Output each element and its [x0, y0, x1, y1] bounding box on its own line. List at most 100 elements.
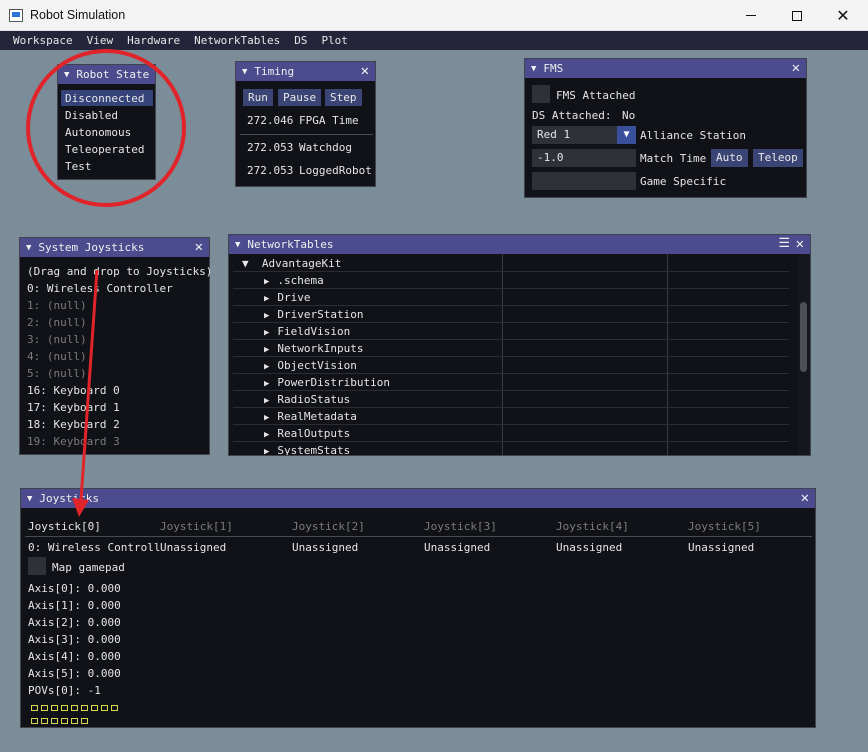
close-icon[interactable]: ✕ [792, 60, 800, 76]
system-joysticks-titlebar[interactable]: ▼ System Joysticks ✕ [20, 238, 209, 257]
menu-hardware[interactable]: Hardware [120, 34, 187, 47]
joystick-button-indicator [31, 705, 38, 711]
column-divider [667, 254, 668, 455]
system-joystick-item[interactable]: 3: (null) [27, 333, 87, 346]
joysticks-titlebar[interactable]: ▼ Joysticks ✕ [21, 489, 815, 508]
menu-workspace[interactable]: Workspace [6, 34, 80, 47]
tab-joystick-5[interactable]: Joystick[5] [688, 520, 761, 533]
fms-window: ▼ FMS ✕ FMS Attached DS Attached: No Red… [524, 58, 807, 198]
system-joystick-item[interactable]: 19: Keyboard 3 [27, 435, 120, 448]
watchdog-value: 272.053 [247, 141, 294, 154]
auto-button[interactable]: Auto [711, 149, 748, 167]
tree-item-label: RealMetadata [277, 410, 357, 423]
system-joystick-item[interactable]: 2: (null) [27, 316, 87, 329]
run-button[interactable]: Run [243, 89, 273, 106]
tab-joystick-0[interactable]: Joystick[0] [28, 520, 101, 533]
tree-item[interactable]: ▶ DriverStation [264, 308, 364, 321]
collapse-triangle-icon[interactable]: ▼ [242, 67, 247, 77]
joystick-assignment-3[interactable]: Unassigned [424, 541, 490, 554]
match-time-input[interactable]: -1.0 [532, 149, 636, 167]
tree-item[interactable]: ▶ RealMetadata [264, 410, 357, 423]
tab-joystick-3[interactable]: Joystick[3] [424, 520, 497, 533]
pause-button[interactable]: Pause [278, 89, 322, 106]
collapsed-triangle-icon: ▶ [264, 277, 270, 287]
system-joystick-item[interactable]: 4: (null) [27, 350, 87, 363]
robot-state-test[interactable]: Test [65, 160, 92, 173]
scrollbar-track[interactable] [798, 254, 810, 455]
robot-state-teleoperated[interactable]: Teleoperated [65, 143, 144, 156]
tree-item[interactable]: ▶ ObjectVision [264, 359, 357, 372]
collapse-triangle-icon[interactable]: ▼ [235, 240, 240, 250]
fms-titlebar[interactable]: ▼ FMS ✕ [525, 59, 806, 78]
system-joystick-item[interactable]: 17: Keyboard 1 [27, 401, 120, 414]
collapse-triangle-icon[interactable]: ▼ [64, 70, 69, 80]
joystick-button-indicator [61, 705, 68, 711]
tree-item-label: PowerDistribution [277, 376, 391, 389]
robot-state-autonomous[interactable]: Autonomous [65, 126, 131, 139]
close-button[interactable]: ✕ [820, 0, 866, 31]
system-joystick-item[interactable]: 1: (null) [27, 299, 87, 312]
chevron-down-icon[interactable]: ▼ [617, 126, 636, 144]
collapse-triangle-icon[interactable]: ▼ [27, 494, 32, 504]
game-specific-input[interactable] [532, 172, 636, 190]
tree-item-label: .schema [277, 274, 324, 287]
alliance-station-combo[interactable]: Red 1 [532, 126, 617, 144]
tree-item-label: RealOutputs [277, 427, 351, 440]
system-joystick-item[interactable]: 16: Keyboard 0 [27, 384, 120, 397]
close-icon[interactable]: ✕ [361, 63, 369, 79]
close-icon[interactable]: ✕ [796, 236, 804, 252]
robot-state-disabled[interactable]: Disabled [65, 109, 118, 122]
joystick-button-indicator [41, 718, 48, 724]
robot-state-disconnected[interactable]: Disconnected [65, 92, 144, 105]
tree-item[interactable]: ▶ .schema [264, 274, 324, 287]
tree-item[interactable]: ▶ RealOutputs [264, 427, 350, 440]
tree-item[interactable]: ▶ PowerDistribution [264, 376, 390, 389]
tree-item[interactable]: ▶ RadioStatus [264, 393, 350, 406]
menu-plot[interactable]: Plot [314, 34, 355, 47]
collapse-triangle-icon[interactable]: ▼ [26, 243, 31, 253]
tab-joystick-4[interactable]: Joystick[4] [556, 520, 629, 533]
timing-titlebar[interactable]: ▼ Timing ✕ [236, 62, 375, 81]
system-joystick-item[interactable]: 5: (null) [27, 367, 87, 380]
minimize-button[interactable] [728, 0, 774, 31]
row-divider [233, 271, 789, 272]
tab-joystick-2[interactable]: Joystick[2] [292, 520, 365, 533]
joystick-assignment-0[interactable]: 0: Wireless Controll [28, 541, 160, 554]
tree-item[interactable]: ▶ NetworkInputs [264, 342, 364, 355]
joystick-assignment-1[interactable]: Unassigned [160, 541, 226, 554]
joystick-assignment-2[interactable]: Unassigned [292, 541, 358, 554]
tab-joystick-1[interactable]: Joystick[1] [160, 520, 233, 533]
fpga-time-label: FPGA Time [299, 114, 359, 127]
fms-attached-checkbox[interactable] [532, 85, 550, 103]
robot-state-titlebar[interactable]: ▼ Robot State [58, 65, 155, 84]
maximize-button[interactable] [774, 0, 820, 31]
row-divider [233, 373, 789, 374]
step-button[interactable]: Step [325, 89, 362, 106]
map-gamepad-checkbox[interactable] [28, 557, 46, 575]
scrollbar-thumb[interactable] [800, 302, 807, 372]
networktables-titlebar[interactable]: ▼ NetworkTables ☰ ✕ [229, 235, 810, 254]
row-divider [233, 288, 789, 289]
tree-item[interactable]: ▶ Drive [264, 291, 311, 304]
tree-item[interactable]: ▶ FieldVision [264, 325, 350, 338]
teleop-button[interactable]: Teleop [753, 149, 803, 167]
collapse-triangle-icon[interactable]: ▼ [531, 64, 536, 74]
tree-root[interactable]: ▼ AdvantageKit [242, 257, 341, 270]
networktables-window: ▼ NetworkTables ☰ ✕ ▼ AdvantageKit ▶ .sch… [228, 234, 811, 456]
close-icon[interactable]: ✕ [801, 490, 809, 506]
menu-view[interactable]: View [80, 34, 121, 47]
system-joystick-item[interactable]: 18: Keyboard 2 [27, 418, 120, 431]
tabs-separator [25, 536, 812, 537]
joystick-assignment-4[interactable]: Unassigned [556, 541, 622, 554]
tree-item[interactable]: ▶ SystemStats [264, 444, 350, 455]
menu-icon[interactable]: ☰ [778, 236, 790, 251]
menu-ds[interactable]: DS [287, 34, 314, 47]
collapsed-triangle-icon: ▶ [264, 311, 270, 321]
collapsed-triangle-icon: ▶ [264, 328, 270, 338]
joystick-button-indicator [91, 705, 98, 711]
joystick-assignment-5[interactable]: Unassigned [688, 541, 754, 554]
close-icon[interactable]: ✕ [195, 239, 203, 255]
menu-networktables[interactable]: NetworkTables [187, 34, 287, 47]
system-joystick-item[interactable]: 0: Wireless Controller [27, 282, 173, 295]
row-divider [233, 356, 789, 357]
